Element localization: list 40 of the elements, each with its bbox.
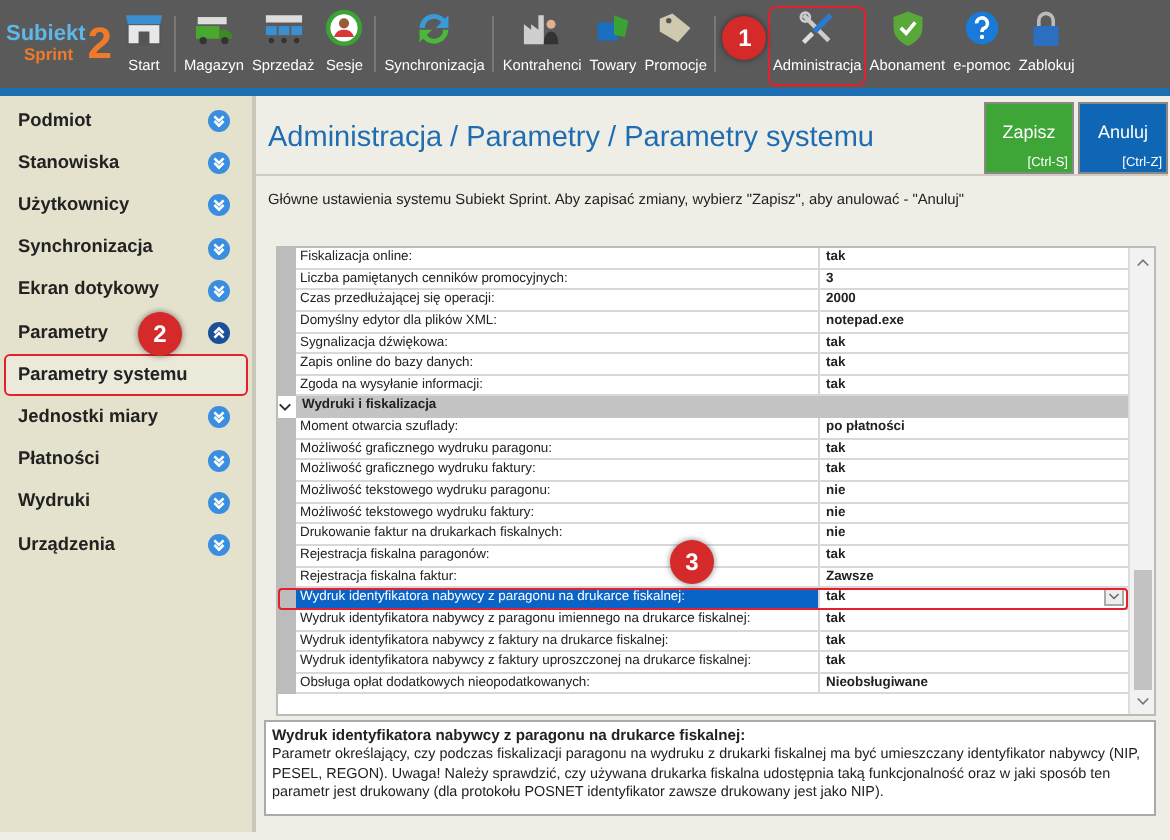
dropdown-button[interactable]	[1104, 588, 1124, 607]
sidebar-group[interactable]: Urządzenia	[18, 531, 116, 559]
sidebar-group[interactable]: Synchronizacja	[18, 234, 153, 263]
callout-marker: 3	[670, 540, 714, 585]
logo-edition: Sprint	[24, 46, 76, 64]
scroll-down-icon[interactable]	[1135, 696, 1149, 708]
logo-text: Subiekt	[6, 24, 86, 47]
collapse-icon[interactable]	[208, 322, 230, 345]
row-header[interactable]	[278, 673, 296, 695]
sidebar-group[interactable]: Podmiot	[18, 107, 92, 135]
scroll-up-icon[interactable]	[1135, 256, 1149, 268]
sidebar-group[interactable]: Parametry	[18, 319, 108, 347]
expand-icon[interactable]	[208, 449, 230, 472]
sidebar-group[interactable]: Jednostki miary	[18, 404, 158, 432]
row-header[interactable]	[278, 588, 296, 610]
expand-icon[interactable]	[208, 279, 230, 302]
collapse-icon[interactable]	[278, 400, 292, 415]
row-header[interactable]	[278, 567, 296, 589]
callout-marker: 2	[138, 311, 182, 356]
expand-icon[interactable]	[208, 237, 230, 260]
sidebar-group[interactable]: Płatności	[18, 446, 100, 474]
callout-marker: 1	[722, 16, 767, 60]
sidebar-group[interactable]: Ekran dotykowy	[18, 276, 159, 305]
expand-icon[interactable]	[208, 194, 230, 217]
expand-icon[interactable]	[208, 406, 230, 429]
page-title: Administracja / Parametry / Parametry systemu	[268, 120, 874, 158]
scrollbar[interactable]	[1128, 248, 1154, 714]
expand-icon[interactable]	[208, 152, 230, 175]
sidebar-group[interactable]: Wydruki	[18, 488, 91, 517]
logo-version: 2	[87, 22, 112, 66]
scroll-thumb[interactable]	[1133, 570, 1151, 690]
expand-icon[interactable]	[208, 533, 230, 556]
sidebar-item[interactable]: Parametry systemu	[4, 354, 248, 397]
sidebar-group[interactable]: Stanowiska	[18, 149, 120, 178]
user-circle-icon	[322, 8, 367, 48]
row-header[interactable]	[278, 609, 296, 632]
sidebar-group[interactable]: Użytkownicy	[18, 192, 130, 220]
caret-icon	[1108, 592, 1120, 603]
expand-icon[interactable]	[208, 110, 230, 133]
expand-icon[interactable]	[208, 491, 230, 514]
